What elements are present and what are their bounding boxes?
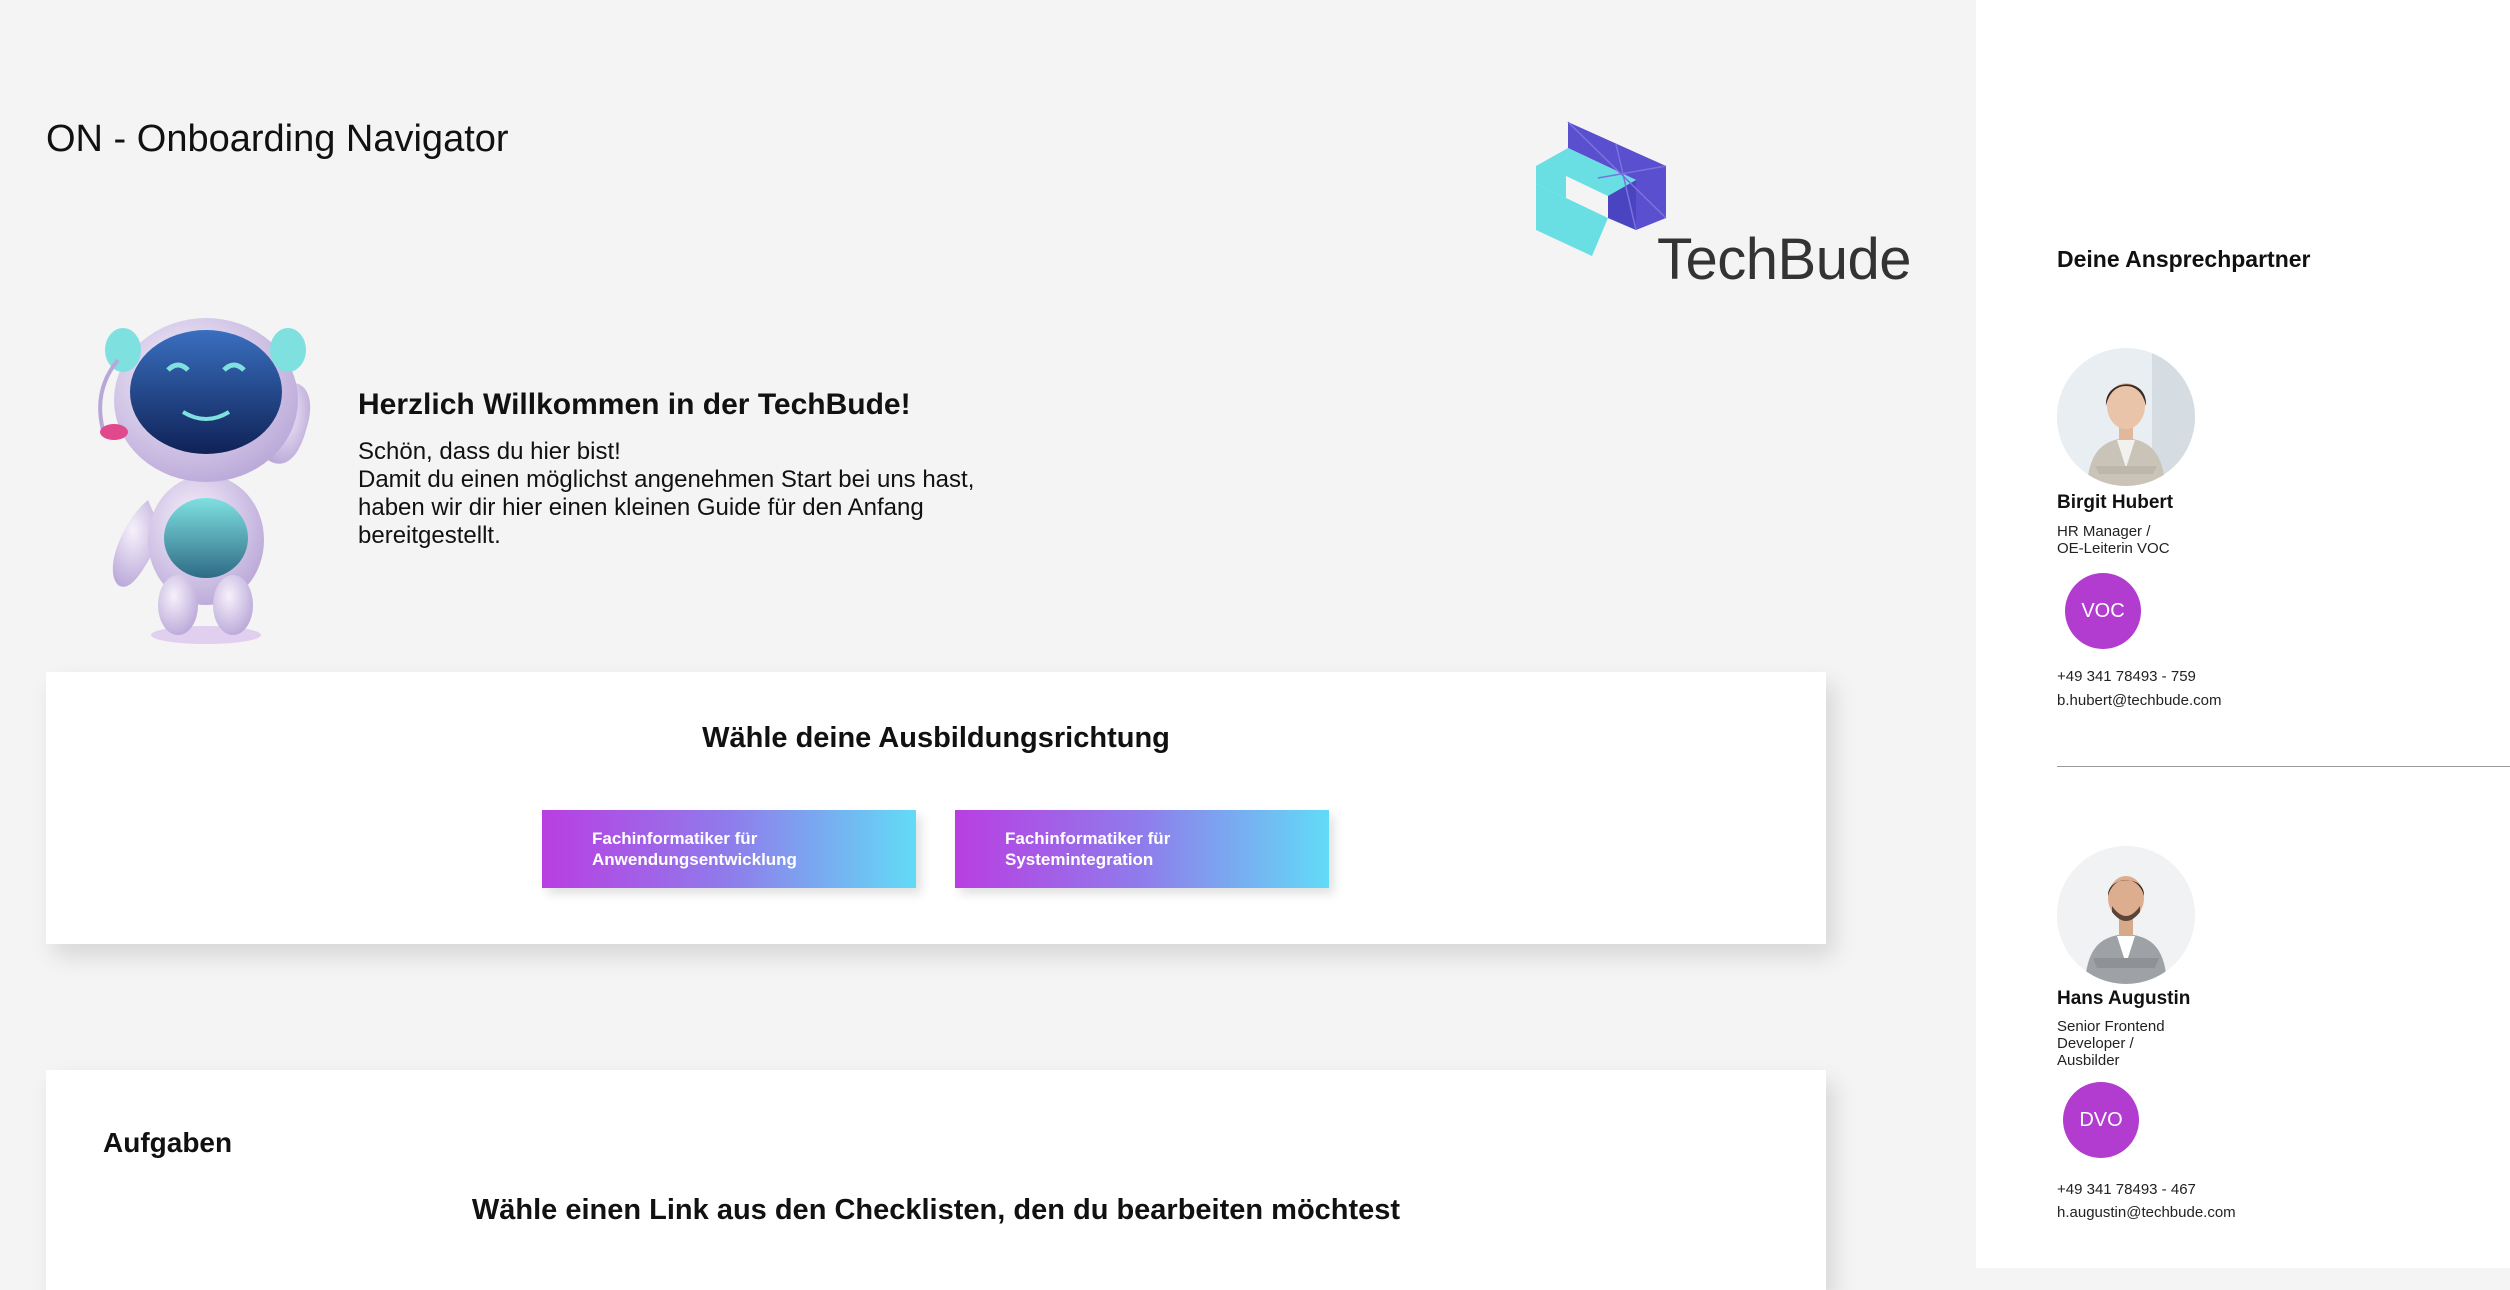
main-area: ON - Onboarding Navigator TechBude Herzl… bbox=[0, 0, 1976, 1290]
tasks-card: Aufgaben Wähle einen Link aus den Checkl… bbox=[46, 1070, 1826, 1290]
contact-name: Birgit Hubert bbox=[2057, 492, 2174, 513]
application-development-button[interactable]: Fachinformatiker für Anwendungsentwicklu… bbox=[542, 810, 916, 888]
tasks-title: Aufgaben bbox=[103, 1127, 233, 1158]
application-development-button-label: Fachinformatiker für Anwendungsentwicklu… bbox=[592, 829, 797, 869]
welcome-heading: Herzlich Willkommen in der TechBude! bbox=[358, 388, 911, 421]
techbude-logo: TechBude bbox=[1536, 118, 1916, 294]
contact-role: Senior Frontend Developer / Ausbilder bbox=[2057, 1018, 2165, 1069]
system-integration-button-label: Fachinformatiker für Systemintegration bbox=[1005, 829, 1171, 869]
contact-role: HR Manager / OE-Leiterin VOC bbox=[2057, 523, 2170, 557]
welcome-text: Schön, dass du hier bist! Damit du einen… bbox=[358, 438, 975, 549]
system-integration-button[interactable]: Fachinformatiker für Systemintegration bbox=[955, 810, 1329, 888]
training-direction-card: Wähle deine Ausbildungsrichtung Fachinfo… bbox=[46, 672, 1826, 944]
contact-badge-voc[interactable]: VOC bbox=[2065, 573, 2141, 649]
contact-badge-dvo[interactable]: DVO bbox=[2063, 1082, 2139, 1158]
logo-text: TechBude bbox=[1657, 227, 1911, 292]
welcome-section: Herzlich Willkommen in der TechBude! Sch… bbox=[358, 388, 1038, 550]
contacts-divider bbox=[2057, 766, 2510, 767]
contact-email[interactable]: b.hubert@techbude.com bbox=[2057, 692, 2222, 709]
contact-phone[interactable]: +49 341 78493 - 467 bbox=[2057, 1181, 2196, 1198]
techbude-logo-mark bbox=[1536, 121, 1667, 256]
app-title: ON - Onboarding Navigator bbox=[46, 118, 509, 160]
contact-email[interactable]: h.augustin@techbude.com bbox=[2057, 1204, 2236, 1221]
tasks-subtitle: Wähle einen Link aus den Checklisten, de… bbox=[471, 1194, 1401, 1226]
training-direction-heading: Wähle deine Ausbildungsrichtung bbox=[702, 722, 1170, 754]
contact-name: Hans Augustin bbox=[2057, 988, 2191, 1009]
contact-phone[interactable]: +49 341 78493 - 759 bbox=[2057, 668, 2196, 685]
contacts-sidebar bbox=[1976, 0, 2510, 1268]
robot-mascot-image bbox=[98, 318, 311, 644]
contact-avatar-birgit-hubert bbox=[2057, 348, 2195, 486]
contact-avatar-hans-augustin bbox=[2057, 846, 2195, 984]
contacts-heading: Deine Ansprechpartner bbox=[2057, 246, 2311, 272]
